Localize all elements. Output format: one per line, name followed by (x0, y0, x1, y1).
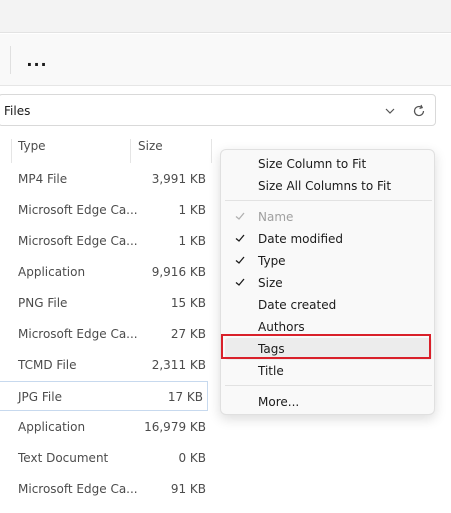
column-divider[interactable] (130, 139, 131, 163)
file-row[interactable]: TCMD File 2,311 KB (0, 350, 210, 380)
refresh-icon[interactable] (411, 103, 427, 119)
file-size: 15 KB (170, 296, 206, 310)
address-text: Files (4, 104, 31, 118)
checkmark-icon (235, 256, 245, 264)
file-size: 17 KB (167, 390, 203, 404)
file-size: 91 KB (170, 482, 206, 496)
file-row[interactable]: Microsoft Edge Ca... 1 KB (0, 195, 210, 225)
file-size: 9,916 KB (151, 265, 206, 279)
highlight-box (221, 334, 431, 359)
file-size: 1 KB (178, 203, 206, 217)
column-context-menu: Size Column to Fit Size All Columns to F… (220, 149, 435, 415)
file-size: 2,311 KB (151, 358, 206, 372)
file-row[interactable]: Microsoft Edge Ca... 27 KB (0, 319, 210, 349)
chevron-down-icon[interactable] (382, 103, 398, 119)
menu-separator (225, 385, 432, 386)
file-row[interactable]: Application 9,916 KB (0, 257, 210, 287)
address-bar[interactable]: Files (0, 94, 436, 126)
column-divider[interactable] (11, 139, 12, 163)
file-type: MP4 File (18, 172, 68, 186)
menu-item-date-created[interactable]: Date created (225, 294, 432, 316)
menu-item-more[interactable]: More... (225, 391, 432, 413)
window-top-strip (0, 0, 451, 33)
column-header-type[interactable]: Type (18, 139, 46, 164)
file-size: 27 KB (170, 327, 206, 341)
checkmark-icon (235, 234, 245, 242)
file-row[interactable]: PNG File 15 KB (0, 288, 210, 318)
file-row[interactable]: Text Document 0 KB (0, 443, 210, 473)
file-size: 16,979 KB (144, 420, 206, 434)
file-type: Microsoft Edge Ca... (18, 234, 138, 248)
file-size: 1 KB (178, 234, 206, 248)
file-type: Microsoft Edge Ca... (18, 482, 138, 496)
file-type: Microsoft Edge Ca... (18, 203, 138, 217)
file-size: 3,991 KB (151, 172, 206, 186)
file-row[interactable]: Microsoft Edge Ca... 1 KB (0, 226, 210, 256)
file-row[interactable]: MP4 File 3,991 KB (0, 164, 210, 194)
file-type: TCMD File (18, 358, 77, 372)
file-type: Application (18, 420, 86, 434)
file-type: PNG File (18, 296, 68, 310)
menu-item-title[interactable]: Title (225, 360, 432, 382)
column-header-size[interactable]: Size (138, 139, 163, 164)
menu-item-type[interactable]: Type (225, 250, 432, 272)
checkmark-icon (235, 278, 245, 286)
column-divider[interactable] (211, 139, 212, 163)
menu-separator (225, 200, 432, 201)
menu-item-name: Name (225, 206, 432, 228)
menu-item-date-modified[interactable]: Date modified (225, 228, 432, 250)
file-type: JPG File (18, 390, 62, 404)
file-row-selected[interactable]: JPG File 17 KB (0, 381, 208, 411)
file-type: Application (18, 265, 86, 279)
menu-item-size[interactable]: Size (225, 272, 432, 294)
file-type: Microsoft Edge Ca... (18, 327, 138, 341)
file-size: 0 KB (178, 451, 206, 465)
file-type: Text Document (18, 451, 109, 465)
toolbar-separator (10, 46, 11, 74)
file-row[interactable]: Microsoft Edge Ca... 91 KB (0, 474, 210, 504)
menu-item-size-column-to-fit[interactable]: Size Column to Fit (225, 153, 432, 175)
checkmark-icon (235, 212, 245, 220)
menu-item-size-all-columns-to-fit[interactable]: Size All Columns to Fit (225, 175, 432, 197)
see-more-button[interactable]: ... (22, 48, 52, 72)
file-row[interactable]: Application 16,979 KB (0, 412, 210, 442)
command-bar: ... (0, 34, 451, 86)
